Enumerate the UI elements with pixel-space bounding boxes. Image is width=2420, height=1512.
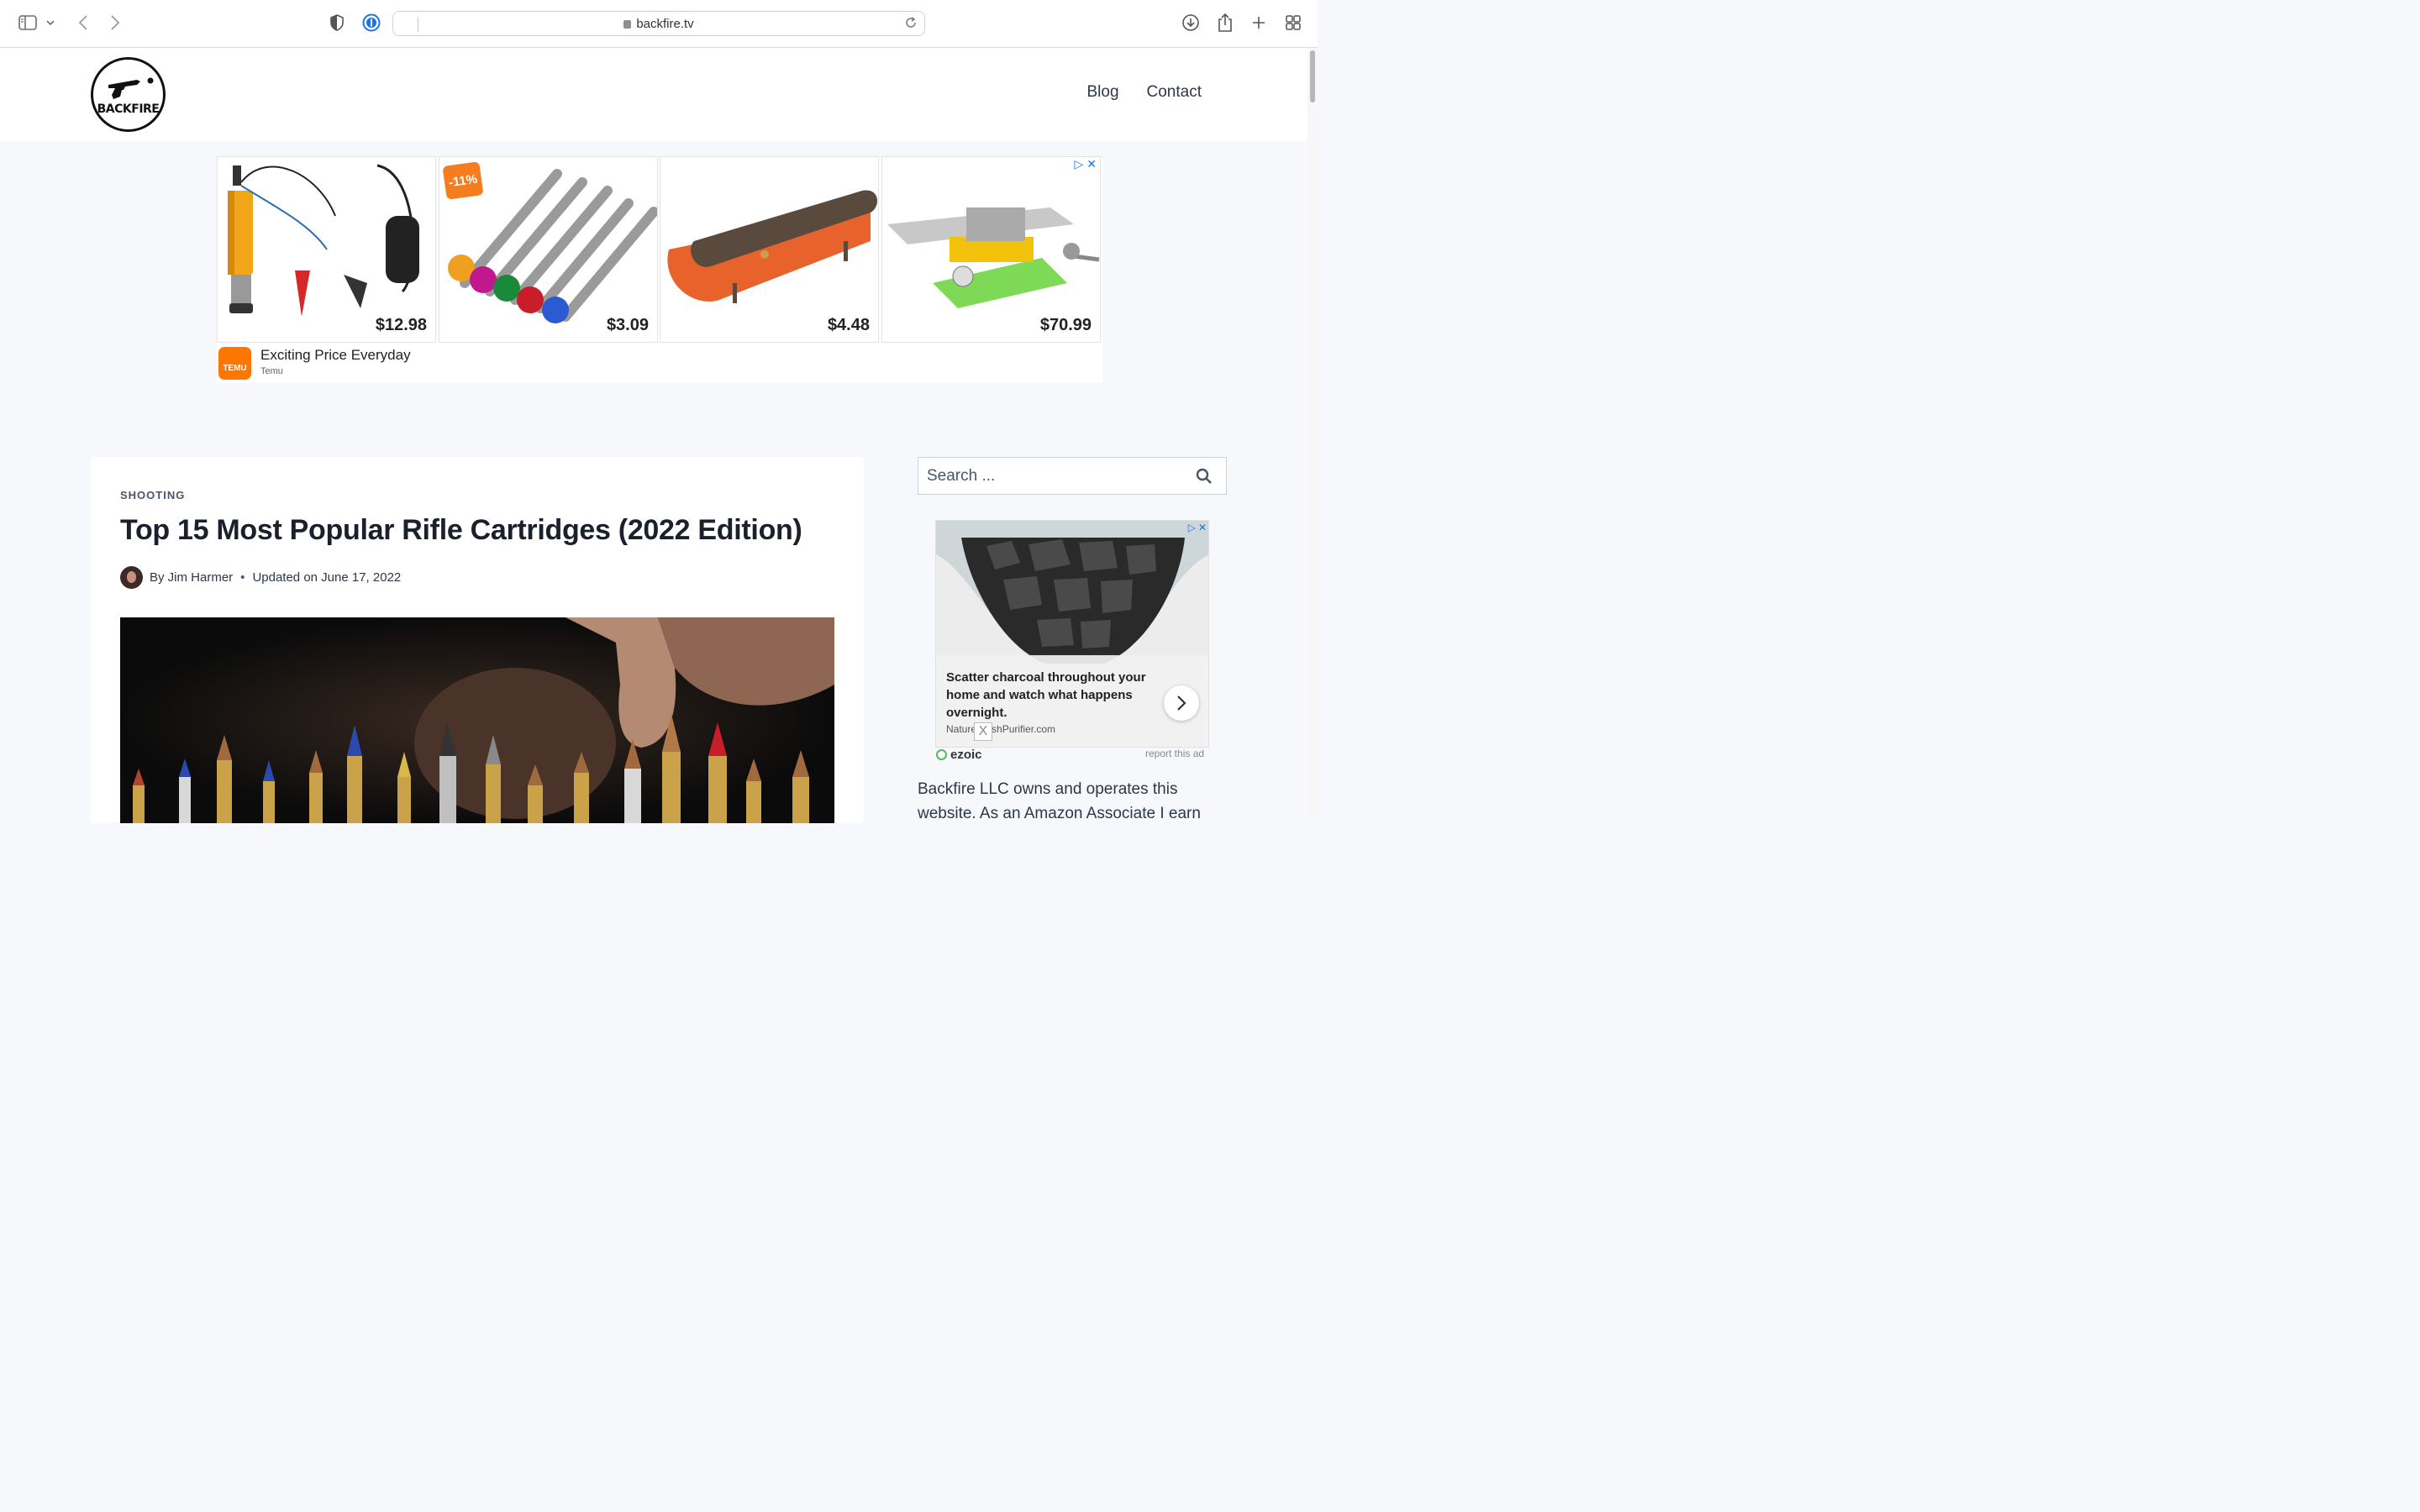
chevron-right-icon xyxy=(1177,696,1186,711)
ad-domain: NatureFreshPurifier.com xyxy=(946,723,1056,735)
revolver-icon xyxy=(108,77,154,99)
article-category[interactable]: SHOOTING xyxy=(120,489,185,501)
ezoic-badge[interactable]: ezoic xyxy=(936,748,982,762)
article-meta: By Jim Harmer • Updated on June 17, 2022 xyxy=(120,565,401,589)
share-icon[interactable] xyxy=(1214,12,1236,34)
sidebar-toggle-icon[interactable] xyxy=(17,12,39,34)
article-author[interactable]: By Jim Harmer xyxy=(150,570,233,585)
nav-blog-link[interactable]: Blog xyxy=(1086,83,1118,102)
address-bar[interactable]: backfire.tv xyxy=(392,11,925,36)
author-avatar[interactable] xyxy=(120,565,143,589)
ad-controls[interactable]: ▷ ✕ xyxy=(1074,157,1097,171)
logo-text: BACKFIRE xyxy=(97,102,160,116)
search-icon[interactable] xyxy=(1196,468,1213,485)
article-updated-date: Updated on June 17, 2022 xyxy=(252,570,402,585)
close-ad-icon[interactable]: ✕ xyxy=(1198,522,1207,533)
ad-controls[interactable]: ▷ ✕ xyxy=(1188,522,1207,533)
close-ad-icon[interactable]: ✕ xyxy=(1086,157,1097,171)
forward-icon[interactable] xyxy=(104,12,126,34)
vise-table-product-icon xyxy=(887,207,1100,308)
ad-product-card[interactable]: -11% $3.09 xyxy=(439,156,658,343)
tab-overview-icon[interactable] xyxy=(1282,12,1304,34)
ezoic-label: ezoic xyxy=(950,748,982,762)
rifle-cartridges-image xyxy=(120,617,834,823)
back-icon[interactable] xyxy=(72,12,94,34)
ad-headline[interactable]: Exciting Price Everyday xyxy=(260,347,411,364)
backfire-logo[interactable]: BACKFIRE xyxy=(91,57,166,132)
url-text: backfire.tv xyxy=(636,17,694,31)
ad-product-price: $70.99 xyxy=(1039,316,1092,334)
adchoices-icon[interactable]: ▷ xyxy=(1188,522,1196,533)
ad-brand: Temu xyxy=(260,366,283,376)
article-hero-image xyxy=(120,617,834,823)
browser-toolbar: backfire.tv xyxy=(0,0,1318,48)
ad-text[interactable]: Scatter charcoal throughout your home an… xyxy=(946,669,1148,722)
lock-icon xyxy=(623,20,632,29)
password-manager-icon[interactable] xyxy=(360,12,382,34)
site-header: BACKFIRE Blog Contact xyxy=(0,48,1307,141)
ad-product-card[interactable]: $70.99 ▷ ✕ xyxy=(881,156,1101,343)
sidebar-ad[interactable]: ▷ ✕ Scatter charcoal throughout your hom… xyxy=(935,520,1209,748)
ad-product-card[interactable]: $4.48 xyxy=(660,156,879,343)
download-icon[interactable] xyxy=(1180,12,1202,34)
close-ad-button[interactable]: X xyxy=(974,722,992,741)
top-banner-ad[interactable]: $12.98 -11% $3.09 $4.48 $70.99 ▷ ✕ TEMU … xyxy=(217,156,1102,383)
ad-product-card[interactable]: $12.98 xyxy=(217,156,436,343)
affiliate-disclosure: Backfire LLC owns and operates this webs… xyxy=(918,780,1201,822)
check-icon xyxy=(936,749,947,760)
reload-icon[interactable] xyxy=(904,16,919,31)
chevron-down-icon[interactable] xyxy=(42,12,59,34)
sidebar-search xyxy=(918,457,1227,495)
search-input[interactable] xyxy=(918,458,1179,494)
ad-next-button[interactable] xyxy=(1164,685,1199,721)
privacy-shield-icon[interactable] xyxy=(326,12,348,34)
url-display[interactable]: backfire.tv xyxy=(393,17,924,31)
main-nav: Blog Contact xyxy=(1086,83,1202,102)
dispenser-product-icon xyxy=(667,190,878,303)
article-card: SHOOTING Top 15 Most Popular Rifle Cartr… xyxy=(91,457,864,823)
meta-separator: • xyxy=(240,570,245,585)
article-title: Top 15 Most Popular Rifle Cartridges (20… xyxy=(120,514,802,546)
ad-product-price: $4.48 xyxy=(827,316,870,334)
scrollbar-thumb[interactable] xyxy=(1310,50,1315,102)
discount-badge: -11% xyxy=(442,161,484,200)
page-scrollbar[interactable] xyxy=(1307,48,1318,823)
nav-contact-link[interactable]: Contact xyxy=(1147,83,1202,102)
ad-product-price: $12.98 xyxy=(375,316,427,334)
ad-product-price: $3.09 xyxy=(606,316,649,334)
report-ad-link[interactable]: report this ad xyxy=(1145,748,1204,759)
temu-logo[interactable]: TEMU xyxy=(218,347,251,380)
pump-product-icon xyxy=(228,164,419,317)
new-tab-icon[interactable] xyxy=(1248,12,1270,34)
adchoices-icon[interactable]: ▷ xyxy=(1074,157,1083,171)
